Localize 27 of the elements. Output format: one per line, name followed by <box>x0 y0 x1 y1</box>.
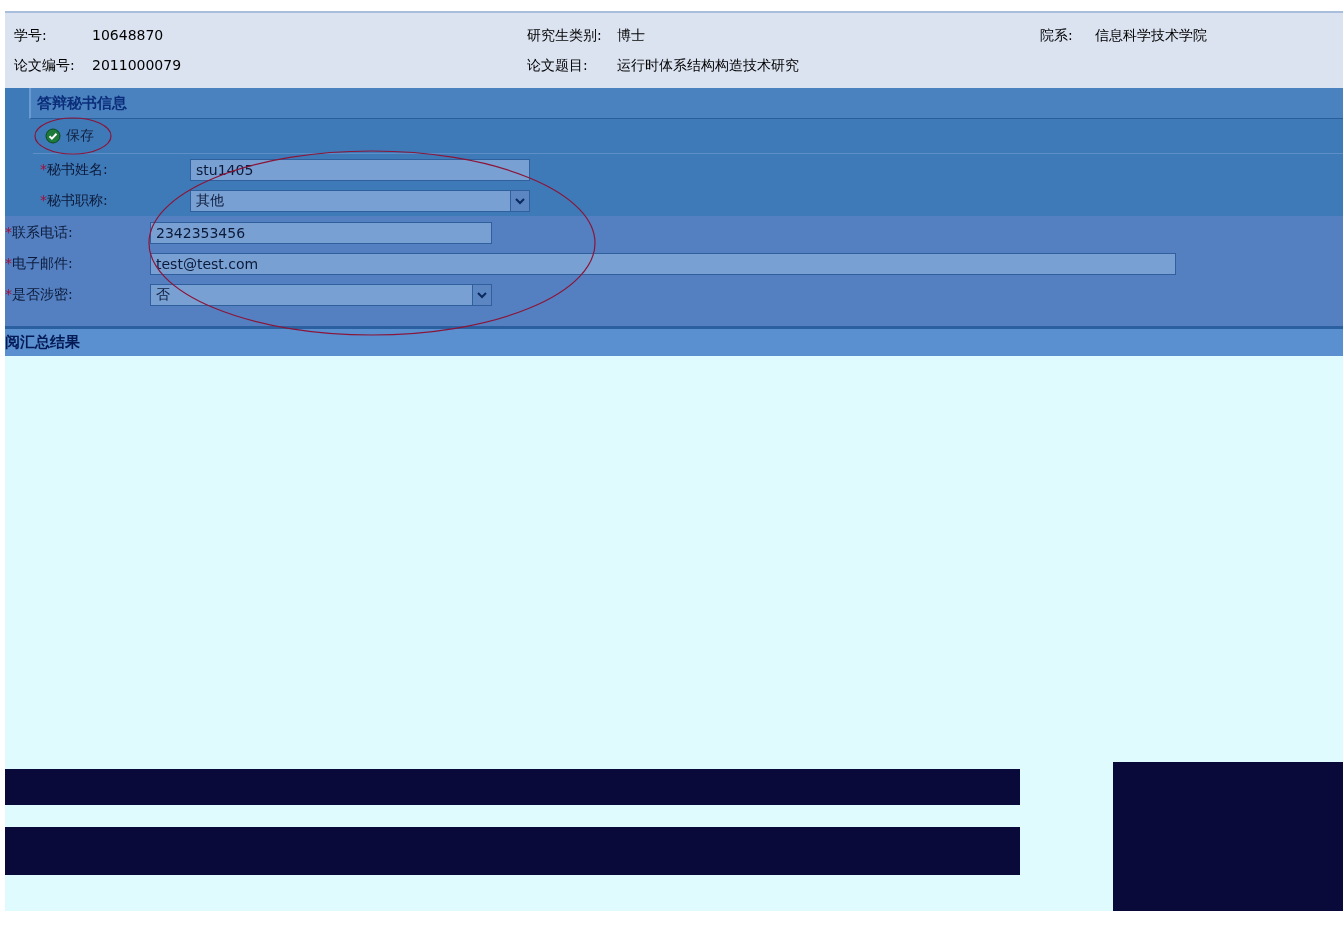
info-value: 10648870 <box>92 27 164 45</box>
section-title: 阅汇总结果 <box>5 333 80 352</box>
field-label: *是否涉密: <box>5 285 74 304</box>
info-label: 学号: <box>14 27 48 45</box>
required-mark: * <box>40 160 47 177</box>
select-field[interactable]: 否 <box>150 283 492 306</box>
field-label: *联系电话: <box>5 223 74 242</box>
select-field[interactable]: 其他 <box>190 189 530 212</box>
required-mark: * <box>5 285 12 302</box>
field-label: *电子邮件: <box>5 254 74 273</box>
field-label: *秘书职称: <box>40 191 109 210</box>
required-mark: * <box>40 191 47 208</box>
info-label: 院系: <box>1040 27 1074 45</box>
required-mark: * <box>5 254 12 271</box>
check-icon <box>45 128 61 144</box>
required-mark: * <box>5 223 12 240</box>
panel-title: 答辩秘书信息 <box>37 93 127 113</box>
info-value: 2011000079 <box>92 57 182 75</box>
info-label: 研究生类别: <box>527 27 603 45</box>
info-label: 论文题目: <box>527 57 589 75</box>
info-value: 信息科学技术学院 <box>1095 27 1207 45</box>
field-label: *秘书姓名: <box>40 160 109 179</box>
info-label: 论文编号: <box>14 57 76 75</box>
info-value: 博士 <box>617 27 645 45</box>
input-field[interactable]: 2342353456 <box>150 221 492 244</box>
input-field[interactable]: test@test.com <box>150 252 1176 275</box>
info-value: 运行时体系结构构造技术研究 <box>617 57 799 75</box>
